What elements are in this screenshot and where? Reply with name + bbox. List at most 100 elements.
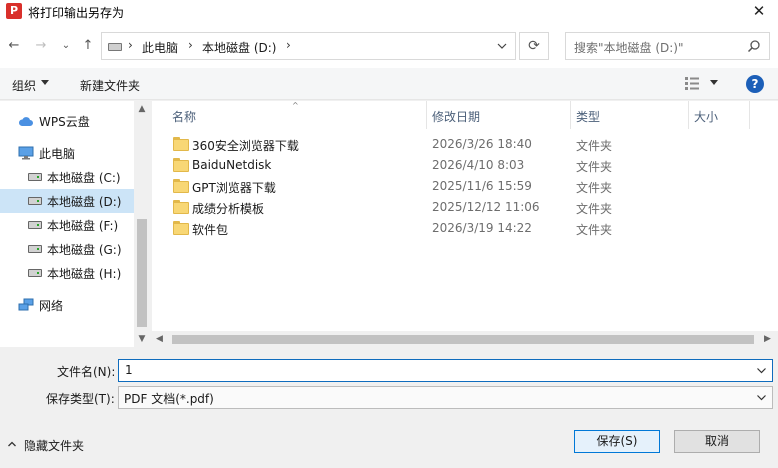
table-row[interactable]: 软件包 2026/3/19 14:22 文件夹 <box>152 218 762 239</box>
drive-icon <box>28 245 42 253</box>
organize-menu-button[interactable]: 组织 <box>12 77 36 94</box>
file-name: 成绩分析模板 <box>192 202 265 216</box>
search-input[interactable]: 搜索"本地磁盘 (D:)" <box>574 39 684 56</box>
address-dropdown-chevron-icon[interactable] <box>495 39 509 53</box>
sidebar-item-label: 本地磁盘 (C:) <box>47 171 121 185</box>
column-header-date[interactable]: 修改日期 <box>427 101 570 129</box>
view-options-caret-icon[interactable] <box>710 80 718 85</box>
help-icon[interactable]: ? <box>746 75 764 93</box>
folder-icon <box>173 179 189 193</box>
breadcrumb-separator[interactable]: › <box>128 38 133 52</box>
file-date: 2026/3/26 18:40 <box>432 137 532 151</box>
sidebar-item-label: 网络 <box>39 299 64 313</box>
scroll-left-arrow-icon[interactable]: ◀ <box>156 334 163 344</box>
table-row[interactable]: 成绩分析模板 2025/12/12 11:06 文件夹 <box>152 197 762 218</box>
horizontal-scroll-thumb[interactable] <box>172 335 754 344</box>
navigation-bar: ← → ⌄ ↑ › 此电脑 › 本地磁盘 (D:) › ⟳ 搜索"本地磁盘 (D… <box>0 24 778 68</box>
sidebar-scrollbar[interactable]: ▲ ▼ <box>134 101 150 347</box>
filetype-label: 保存类型(T): <box>46 392 115 406</box>
new-folder-button[interactable]: 新建文件夹 <box>80 77 140 94</box>
file-name: 360安全浏览器下载 <box>192 139 299 153</box>
file-type: 文件夹 <box>576 160 613 174</box>
filetype-select[interactable]: PDF 文档(*.pdf) <box>118 386 773 409</box>
file-type: 文件夹 <box>576 202 613 216</box>
sidebar-item-drive-d[interactable]: 本地磁盘 (D:) <box>0 189 134 213</box>
table-row[interactable]: 360安全浏览器下载 2026/3/26 18:40 文件夹 <box>152 134 762 155</box>
file-list: ^ 名称 修改日期 类型 大小 360安全浏览器下载 2026/3/26 18:… <box>152 101 778 347</box>
file-name: BaiduNetdisk <box>192 158 272 172</box>
refresh-icon[interactable]: ⟳ <box>519 32 549 60</box>
sidebar-item-drive-h[interactable]: 本地磁盘 (H:) <box>0 261 134 285</box>
folder-icon <box>173 158 189 172</box>
pc-icon <box>18 146 34 160</box>
file-date: 2026/4/10 8:03 <box>432 158 525 172</box>
filetype-value: PDF 文档(*.pdf) <box>124 392 214 406</box>
column-header-size[interactable]: 大小 <box>689 101 749 129</box>
chevron-up-icon[interactable] <box>7 439 17 449</box>
file-type: 文件夹 <box>576 181 613 195</box>
horizontal-scrollbar[interactable]: ◀ ▶ <box>152 331 778 348</box>
navigation-pane: WPS云盘 此电脑 本地磁盘 (C:) 本地磁盘 (D:) 本地磁盘 (F:) … <box>0 101 150 347</box>
sidebar-scroll-thumb[interactable] <box>137 219 147 327</box>
network-icon <box>18 298 34 311</box>
column-header-type[interactable]: 类型 <box>571 101 688 129</box>
sidebar-item-this-pc[interactable]: 此电脑 <box>0 141 134 165</box>
file-name: GPT浏览器下载 <box>192 181 276 195</box>
cloud-icon <box>18 117 33 126</box>
cancel-button[interactable]: 取消 <box>674 430 760 453</box>
column-header-name[interactable]: 名称 <box>152 101 426 129</box>
forward-arrow-icon[interactable]: → <box>33 37 49 55</box>
scroll-right-arrow-icon[interactable]: ▶ <box>764 334 771 344</box>
sidebar-item-drive-f[interactable]: 本地磁盘 (F:) <box>0 213 134 237</box>
address-bar[interactable]: › 此电脑 › 本地磁盘 (D:) › <box>101 32 516 60</box>
filename-input[interactable]: 1 <box>125 363 133 377</box>
back-arrow-icon[interactable]: ← <box>6 37 22 55</box>
column-divider[interactable] <box>749 101 750 129</box>
close-button[interactable]: ✕ <box>744 0 774 24</box>
wps-pdf-app-icon: P <box>6 3 22 19</box>
recent-locations-chevron-icon[interactable]: ⌄ <box>58 37 74 55</box>
drive-icon <box>28 221 42 229</box>
sidebar-item-label: 此电脑 <box>39 147 76 161</box>
file-date: 2026/3/19 14:22 <box>432 221 532 235</box>
search-box[interactable]: 搜索"本地磁盘 (D:)" <box>565 32 770 60</box>
sidebar-item-drive-c[interactable]: 本地磁盘 (C:) <box>0 165 134 189</box>
scroll-up-arrow-icon[interactable]: ▲ <box>138 104 146 114</box>
view-options-icon[interactable] <box>685 77 699 90</box>
search-icon[interactable] <box>747 39 761 53</box>
sidebar-item-label: 本地磁盘 (F:) <box>47 219 119 233</box>
filename-dropdown-chevron-icon[interactable] <box>756 365 767 376</box>
file-date: 2025/11/6 15:59 <box>432 179 532 193</box>
scroll-down-arrow-icon[interactable]: ▼ <box>138 334 146 344</box>
folder-icon <box>173 137 189 151</box>
sidebar-item-label: 本地磁盘 (H:) <box>47 267 122 281</box>
hide-folders-toggle[interactable]: 隐藏文件夹 <box>24 437 84 454</box>
table-row[interactable]: GPT浏览器下载 2025/11/6 15:59 文件夹 <box>152 176 762 197</box>
sidebar-item-wps-cloud[interactable]: WPS云盘 <box>0 109 134 133</box>
filetype-dropdown-chevron-icon[interactable] <box>756 392 767 403</box>
file-type: 文件夹 <box>576 139 613 153</box>
drive-icon <box>28 269 42 277</box>
filename-field[interactable]: 1 <box>118 359 773 382</box>
drive-icon <box>28 197 42 205</box>
file-type: 文件夹 <box>576 223 613 237</box>
breadcrumb-drive-d[interactable]: 本地磁盘 (D:) <box>202 39 276 56</box>
file-date: 2025/12/12 11:06 <box>432 200 540 214</box>
file-name: 软件包 <box>192 223 229 237</box>
drive-icon <box>28 173 42 181</box>
breadcrumb-separator[interactable]: › <box>188 38 193 52</box>
sidebar-item-network[interactable]: 网络 <box>0 293 134 317</box>
drive-icon <box>108 43 122 51</box>
folder-icon <box>173 200 189 214</box>
organize-caret-icon[interactable] <box>41 80 49 85</box>
sidebar-item-drive-g[interactable]: 本地磁盘 (G:) <box>0 237 134 261</box>
up-arrow-icon[interactable]: ↑ <box>80 37 96 55</box>
table-row[interactable]: BaiduNetdisk 2026/4/10 8:03 文件夹 <box>152 155 762 176</box>
sidebar-item-label: 本地磁盘 (G:) <box>47 243 122 257</box>
breadcrumb-this-pc[interactable]: 此电脑 <box>142 39 178 56</box>
folder-icon <box>173 221 189 235</box>
breadcrumb-separator[interactable]: › <box>286 38 291 52</box>
window-title: 将打印输出另存为 <box>28 6 125 20</box>
title-bar: P 将打印输出另存为 ✕ <box>0 0 778 24</box>
save-button[interactable]: 保存(S) <box>574 430 660 453</box>
